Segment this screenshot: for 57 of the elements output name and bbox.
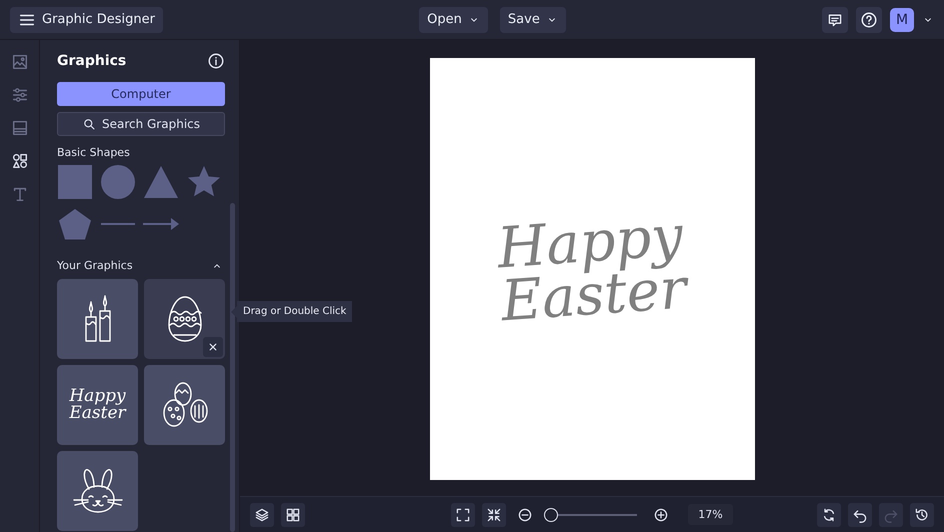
- layers-button[interactable]: [250, 502, 274, 526]
- graphic-tile[interactable]: [57, 279, 138, 359]
- pentagon-shape[interactable]: [58, 207, 92, 241]
- computer-button[interactable]: Computer: [57, 82, 225, 106]
- shrink-button[interactable]: [482, 502, 506, 526]
- info-button[interactable]: [207, 52, 225, 70]
- info-icon: [207, 52, 225, 70]
- dropdown-button[interactable]: Open: [419, 6, 488, 32]
- remove-button[interactable]: [203, 337, 223, 357]
- dropdown-button[interactable]: Save: [500, 6, 566, 32]
- layers-icon: [254, 506, 270, 522]
- star-shape[interactable]: [186, 165, 220, 199]
- comments-button[interactable]: [822, 6, 848, 32]
- circle-shape[interactable]: [100, 165, 134, 199]
- bunny-drawing: [72, 467, 124, 515]
- history-button[interactable]: [910, 502, 934, 526]
- history-icon: [914, 506, 930, 522]
- rail-tab[interactable]: [10, 152, 28, 170]
- section-heading: Your Graphics: [57, 259, 133, 272]
- canvas-page[interactable]: Happy Easter: [430, 58, 754, 480]
- sliders-icon: [10, 86, 28, 104]
- eggs-drawing: [160, 381, 208, 429]
- grid-button[interactable]: [281, 502, 305, 526]
- comment-icon: [827, 12, 843, 28]
- graphic-tile[interactable]: [57, 451, 138, 531]
- refresh-icon: [821, 506, 837, 522]
- happy-easter-lettering[interactable]: Happy Easter: [478, 208, 706, 330]
- grid-icon: [285, 506, 301, 522]
- zoomin-icon: [653, 506, 670, 522]
- shrink-icon: [486, 506, 502, 522]
- refresh-button[interactable]: [817, 502, 841, 526]
- panel-title: Graphics: [57, 53, 126, 69]
- graphic-tile[interactable]: Happy Easter: [57, 365, 138, 445]
- scrollbar[interactable]: [230, 203, 235, 532]
- shapes-icon: [10, 152, 28, 170]
- undo-button[interactable]: [848, 502, 872, 526]
- graphic-tile[interactable]: [144, 365, 225, 445]
- image-icon: [10, 53, 28, 71]
- menu-button[interactable]: Graphic Designer: [10, 6, 163, 32]
- slider-thumb[interactable]: [544, 508, 558, 522]
- search-graphics-button[interactable]: Search Graphics: [57, 112, 225, 136]
- fit-icon: [455, 506, 472, 522]
- happy-easter-lettering: Happy Easter: [68, 388, 128, 422]
- zoom-reading: 17%: [688, 504, 733, 525]
- graphic-tile[interactable]: [144, 279, 225, 359]
- arrow-shape[interactable]: [142, 218, 178, 230]
- zoomout-icon: [517, 506, 534, 522]
- search-icon: [82, 117, 96, 131]
- fit-button[interactable]: [451, 502, 476, 526]
- triangle-shape[interactable]: [144, 165, 178, 199]
- egg-drawing: [166, 295, 202, 343]
- layout-icon: [10, 119, 28, 137]
- help-button[interactable]: [856, 6, 882, 32]
- section-heading: Basic Shapes: [57, 146, 131, 159]
- help-icon: [860, 10, 878, 28]
- line-shape[interactable]: [100, 222, 134, 226]
- avatar[interactable]: M: [890, 8, 914, 32]
